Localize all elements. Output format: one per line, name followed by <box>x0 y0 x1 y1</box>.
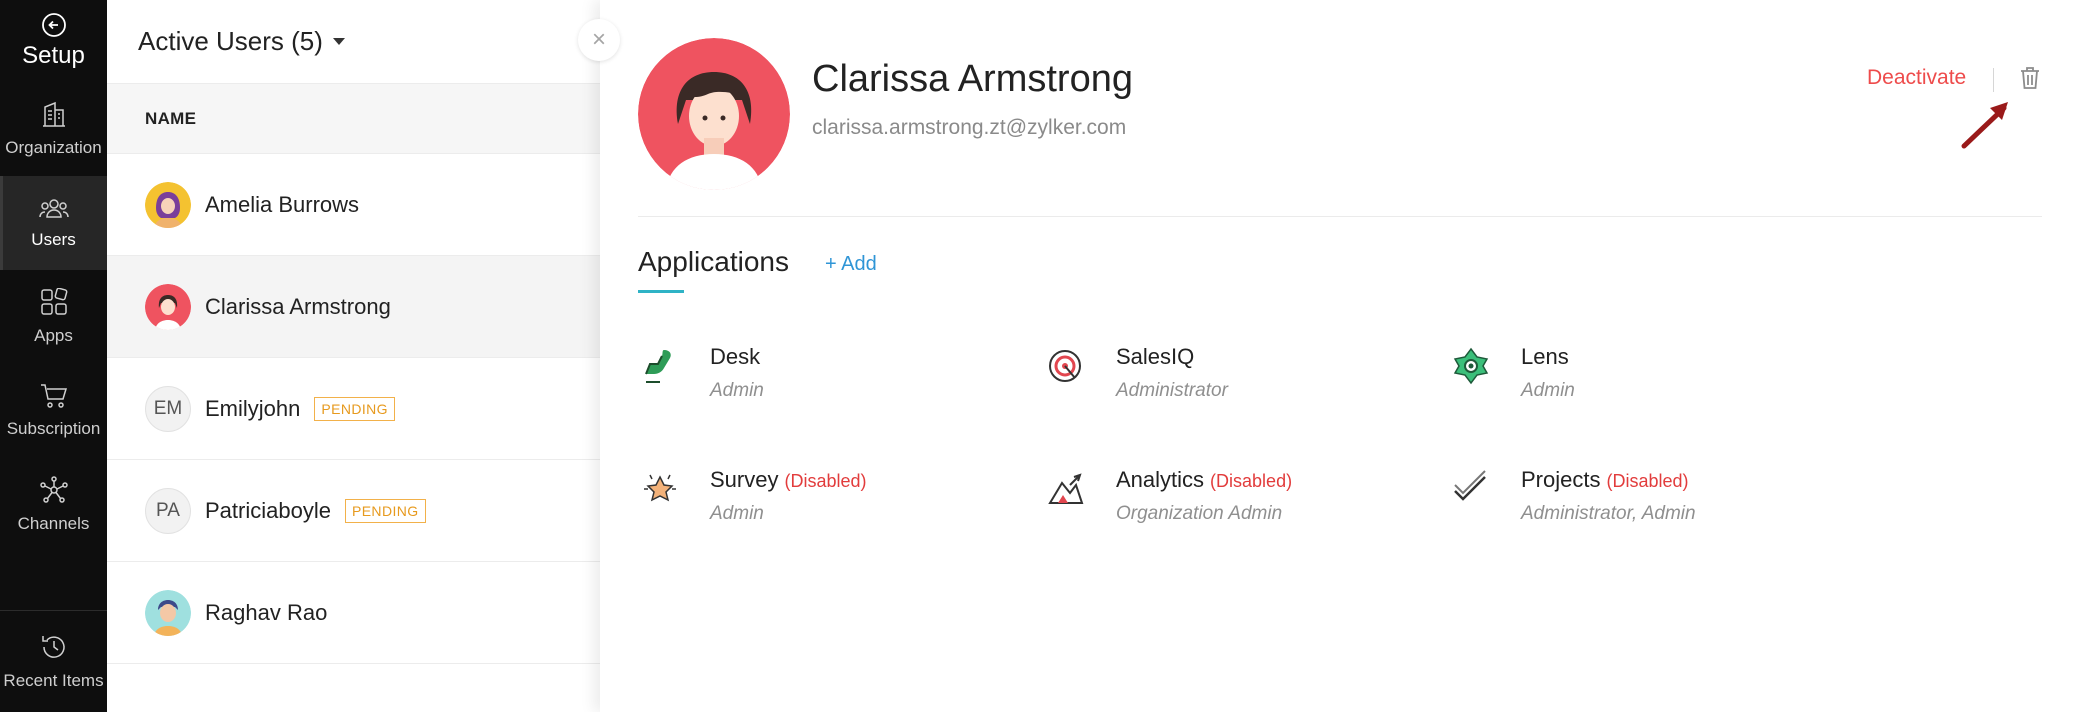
delete-button[interactable] <box>2019 66 2041 95</box>
app-survey[interactable]: Survey (Disabled) Admin <box>640 467 867 525</box>
app-name: Survey <box>710 467 779 492</box>
avatar <box>145 589 191 636</box>
app-window: Setup Organization Users Apps Subscripti… <box>0 0 2080 712</box>
table-row[interactable]: Amelia Burrows <box>107 154 600 256</box>
user-filter-dropdown[interactable]: Active Users (5) <box>107 0 600 84</box>
app-role: Organization Admin <box>1116 503 1283 524</box>
app-status: (Disabled) <box>1606 471 1689 491</box>
user-name: Patriciaboyle <box>205 497 331 523</box>
user-list-panel: Active Users (5) NAME Amelia Burrows Cla… <box>107 0 600 712</box>
user-name: Amelia Burrows <box>205 191 360 217</box>
sidebar-item-label: Organization <box>5 138 102 157</box>
setup-back-button[interactable]: Setup <box>0 0 107 82</box>
analytics-icon <box>1048 473 1084 504</box>
app-role: Administrator, Admin <box>1521 503 1696 524</box>
app-role: Admin <box>710 503 764 524</box>
app-name: SalesIQ <box>1116 344 1195 369</box>
app-role: Administrator <box>1116 380 1228 401</box>
table-row[interactable]: Clarissa Armstrong <box>107 256 600 358</box>
desk-icon <box>645 350 671 383</box>
survey-icon <box>644 474 676 502</box>
status-badge: PENDING <box>314 396 395 421</box>
status-badge: PENDING <box>344 498 426 523</box>
tab-applications[interactable]: Applications <box>638 246 789 278</box>
app-role: Admin <box>710 380 764 401</box>
avatar: EM <box>145 385 191 432</box>
sidebar-item-label: Recent Items <box>3 670 104 690</box>
profile-name: Clarissa Armstrong <box>812 58 1133 100</box>
table-row[interactable]: EM Emilyjohn PENDING <box>107 358 600 460</box>
lens-icon <box>1453 347 1489 385</box>
app-name: Projects <box>1521 467 1601 492</box>
divider <box>638 216 2042 217</box>
column-header-name[interactable]: NAME <box>107 84 600 154</box>
close-button[interactable]: × <box>578 19 620 61</box>
add-application-button[interactable]: + Add <box>825 253 877 276</box>
app-name: Analytics <box>1116 467 1205 492</box>
sidebar-item-label: Subscription <box>6 419 101 438</box>
avatar: PA <box>145 487 191 534</box>
history-icon <box>41 635 65 658</box>
close-icon: × <box>591 26 606 53</box>
profile-email: clarissa.armstrong.zt@zylker.com <box>812 116 1127 139</box>
avatar <box>145 181 191 228</box>
table-row[interactable]: Raghav Rao <box>107 562 600 664</box>
app-analytics[interactable]: Analytics (Disabled) Organization Admin <box>1046 467 1292 525</box>
app-role: Admin <box>1521 380 1575 401</box>
user-name: Emilyjohn <box>205 395 301 421</box>
setup-label: Setup <box>22 42 85 69</box>
users-icon <box>38 199 69 218</box>
sidebar-item-label: Apps <box>34 326 73 345</box>
projects-icon <box>1454 470 1486 501</box>
app-salesiq[interactable]: SalesIQ Administrator <box>1046 344 1228 402</box>
cart-icon <box>40 384 67 408</box>
apps-icon <box>40 288 67 315</box>
back-arrow-icon <box>41 13 66 37</box>
setup-sidebar: Setup Organization Users Apps Subscripti… <box>0 0 107 712</box>
sidebar-item-channels[interactable]: Channels <box>0 458 107 552</box>
sidebar-item-organization[interactable]: Organization <box>0 82 107 176</box>
table-row[interactable]: PA Patriciaboyle PENDING <box>107 460 600 562</box>
app-projects[interactable]: Projects (Disabled) Administrator, Admin <box>1451 467 1696 525</box>
annotation-arrow-icon <box>1961 102 2008 149</box>
sidebar-item-users[interactable]: Users <box>0 176 107 270</box>
sidebar-item-label: Channels <box>17 514 90 533</box>
app-lens[interactable]: Lens Admin <box>1451 344 1575 402</box>
sidebar-item-label: Users <box>31 230 76 249</box>
sidebar-item-apps[interactable]: Apps <box>0 270 107 364</box>
list-title: Active Users (5) <box>138 26 323 56</box>
user-detail-panel: × Clarissa Armstrong clarissa.armstrong.… <box>578 0 2080 712</box>
divider <box>1993 68 1994 92</box>
app-name: Desk <box>710 344 761 369</box>
app-status: (Disabled) <box>1210 471 1293 491</box>
profile-avatar <box>638 38 790 190</box>
app-status: (Disabled) <box>784 471 867 491</box>
deactivate-button[interactable]: Deactivate <box>1867 66 1966 90</box>
chevron-down-icon <box>332 38 345 45</box>
salesiq-icon <box>1049 350 1081 382</box>
app-name: Lens <box>1521 344 1569 369</box>
channels-icon <box>39 476 68 503</box>
building-icon <box>42 101 65 127</box>
avatar <box>145 283 191 330</box>
user-name: Raghav Rao <box>205 599 328 625</box>
tab-active-indicator <box>638 290 684 293</box>
user-name: Clarissa Armstrong <box>205 293 391 319</box>
sidebar-item-recent[interactable]: Recent Items <box>0 610 107 712</box>
sidebar-item-subscription[interactable]: Subscription <box>0 364 107 458</box>
trash-icon <box>2021 67 2039 89</box>
app-desk[interactable]: Desk Admin <box>640 344 764 402</box>
